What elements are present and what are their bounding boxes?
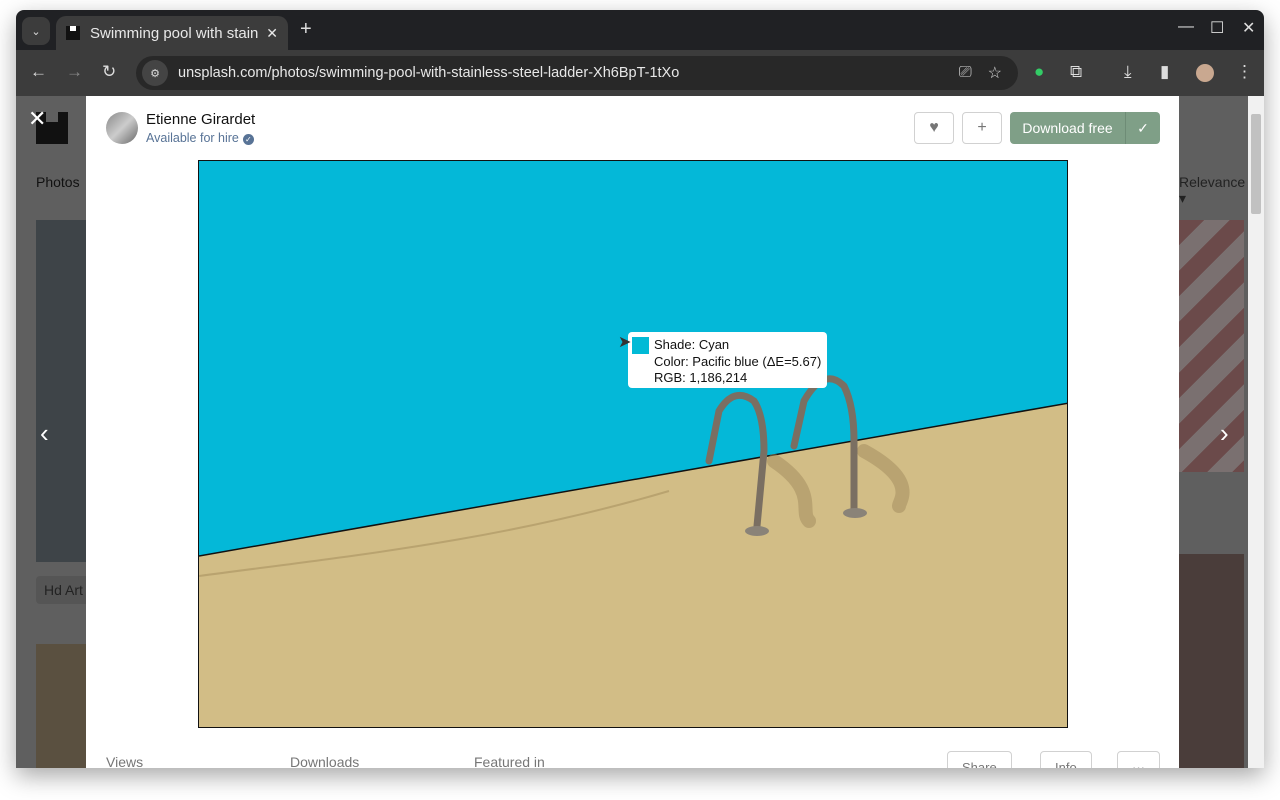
share-button[interactable]: Share (947, 751, 1012, 768)
photos-tab[interactable]: Photos (36, 174, 80, 190)
author-name[interactable]: Etienne Girardet (146, 111, 255, 128)
page-content: ✕ Photos Hd Art Relevance ▾ ‹ › Etienne … (16, 96, 1248, 768)
photo-modal: Etienne Girardet Available for hire ✓ ♥ +… (86, 96, 1179, 768)
color-swatch (632, 337, 649, 354)
address-bar[interactable]: ⚙ unsplash.com/photos/swimming-pool-with… (136, 56, 1018, 90)
extension-icon[interactable]: ● (1034, 62, 1044, 82)
bg-photo (36, 220, 86, 562)
like-button[interactable]: ♥ (914, 112, 954, 144)
side-panel-icon[interactable]: ▮ (1160, 62, 1169, 82)
add-to-collection-button[interactable]: + (962, 112, 1002, 144)
unsplash-favicon-icon (66, 26, 80, 40)
views-label: Views (106, 754, 144, 768)
download-icon[interactable]: ⤓ (1124, 62, 1132, 82)
photo[interactable] (198, 160, 1068, 728)
close-modal-icon[interactable]: ✕ (28, 106, 46, 132)
minimize-button[interactable]: — (1178, 18, 1194, 36)
new-tab-button[interactable]: + (300, 18, 312, 41)
close-window-button[interactable]: ✕ (1242, 18, 1255, 38)
scrollbar-thumb[interactable] (1251, 114, 1261, 214)
mouse-cursor-icon: ➤ (618, 334, 632, 351)
featured-label: Featured in (474, 754, 545, 768)
tab-active[interactable]: Swimming pool with stainless steel ladde… (56, 16, 288, 50)
download-button[interactable]: Download free ✓ (1010, 112, 1160, 144)
close-tab-icon[interactable]: ✕ (266, 25, 278, 42)
forward-icon[interactable]: → (66, 62, 83, 82)
tab-title: Swimming pool with stainless steel ladde… (90, 24, 259, 42)
plus-icon: + (977, 119, 987, 136)
bg-photo (36, 644, 86, 768)
bookmark-star-icon[interactable]: ☆ (988, 63, 1002, 83)
info-button[interactable]: Info (1040, 751, 1092, 768)
more-button[interactable]: ··· (1117, 751, 1160, 768)
pool-image (199, 161, 1067, 727)
sort-dropdown[interactable]: Relevance ▾ (1179, 174, 1248, 207)
back-icon[interactable]: ← (30, 62, 47, 82)
reload-icon[interactable]: ↻ (102, 62, 116, 82)
profile-avatar[interactable] (1196, 64, 1214, 82)
previous-photo-icon[interactable]: ‹ (40, 418, 49, 449)
verified-icon: ✓ (242, 134, 254, 145)
scrollbar[interactable] (1248, 96, 1264, 768)
url-text[interactable]: unsplash.com/photos/swimming-pool-with-s… (178, 65, 959, 81)
heart-icon: ♥ (929, 119, 939, 136)
chevron-down-icon[interactable]: ✓ (1126, 112, 1160, 144)
tab-search-button[interactable]: ⌄ (22, 17, 50, 45)
menu-kebab-icon[interactable]: ⋮ (1236, 62, 1253, 82)
author-avatar[interactable] (106, 112, 138, 144)
downloads-label: Downloads (290, 754, 360, 768)
toolbar: ← → ↻ ⚙ unsplash.com/photos/swimming-poo… (16, 50, 1264, 96)
bg-photo (1179, 220, 1244, 472)
maximize-button[interactable]: ☐ (1210, 18, 1224, 38)
tab-bar: ⌄ Swimming pool with stainless steel lad… (16, 10, 1264, 50)
color-tooltip: Shade: Cyan Color: Pacific blue (ΔE=5.67… (628, 332, 827, 388)
install-app-icon[interactable]: ⎚ (959, 64, 972, 82)
hire-status[interactable]: Available for hire ✓ (146, 131, 254, 145)
next-photo-icon[interactable]: › (1220, 418, 1229, 449)
bg-photo (1179, 554, 1244, 768)
site-info-icon[interactable]: ⚙ (142, 60, 168, 86)
extensions-puzzle-icon[interactable]: ⧉ (1070, 62, 1082, 82)
